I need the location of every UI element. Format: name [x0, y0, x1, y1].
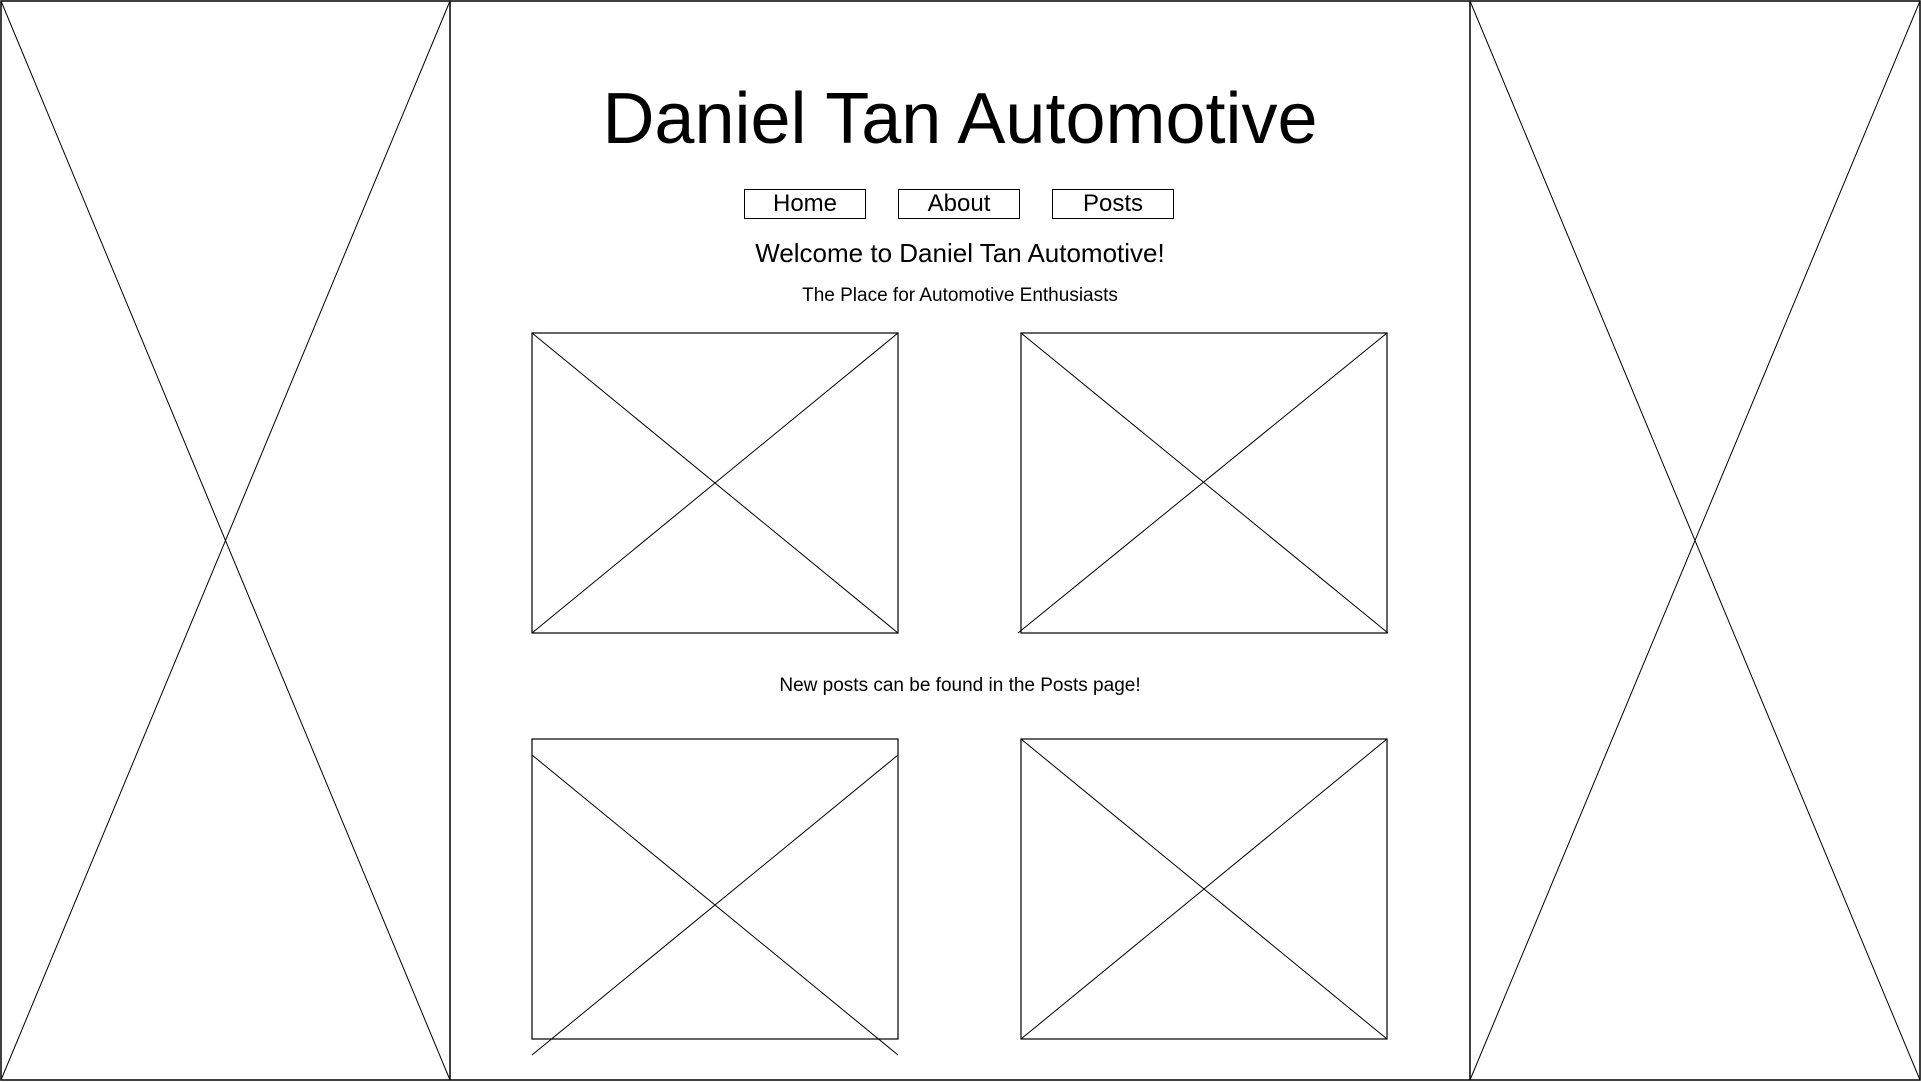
image-placeholder-top-right [1017, 332, 1389, 634]
page-title: Daniel Tan Automotive [602, 79, 1318, 159]
right-sidebar-image-placeholder [1469, 0, 1921, 1081]
nav-about-button[interactable]: About [898, 189, 1020, 219]
welcome-heading: Welcome to Daniel Tan Automotive! [755, 238, 1165, 268]
image-placeholder-bottom-left [531, 738, 899, 1056]
image-placeholder-bottom-right [1020, 738, 1388, 1040]
image-placeholder-top-left [531, 332, 899, 634]
left-sidebar-image-placeholder [0, 0, 451, 1081]
tagline: The Place for Automotive Enthusiasts [802, 285, 1118, 306]
posts-note: New posts can be found in the Posts page… [779, 675, 1141, 696]
nav-posts-button[interactable]: Posts [1052, 189, 1174, 219]
nav-home-button[interactable]: Home [744, 189, 866, 219]
